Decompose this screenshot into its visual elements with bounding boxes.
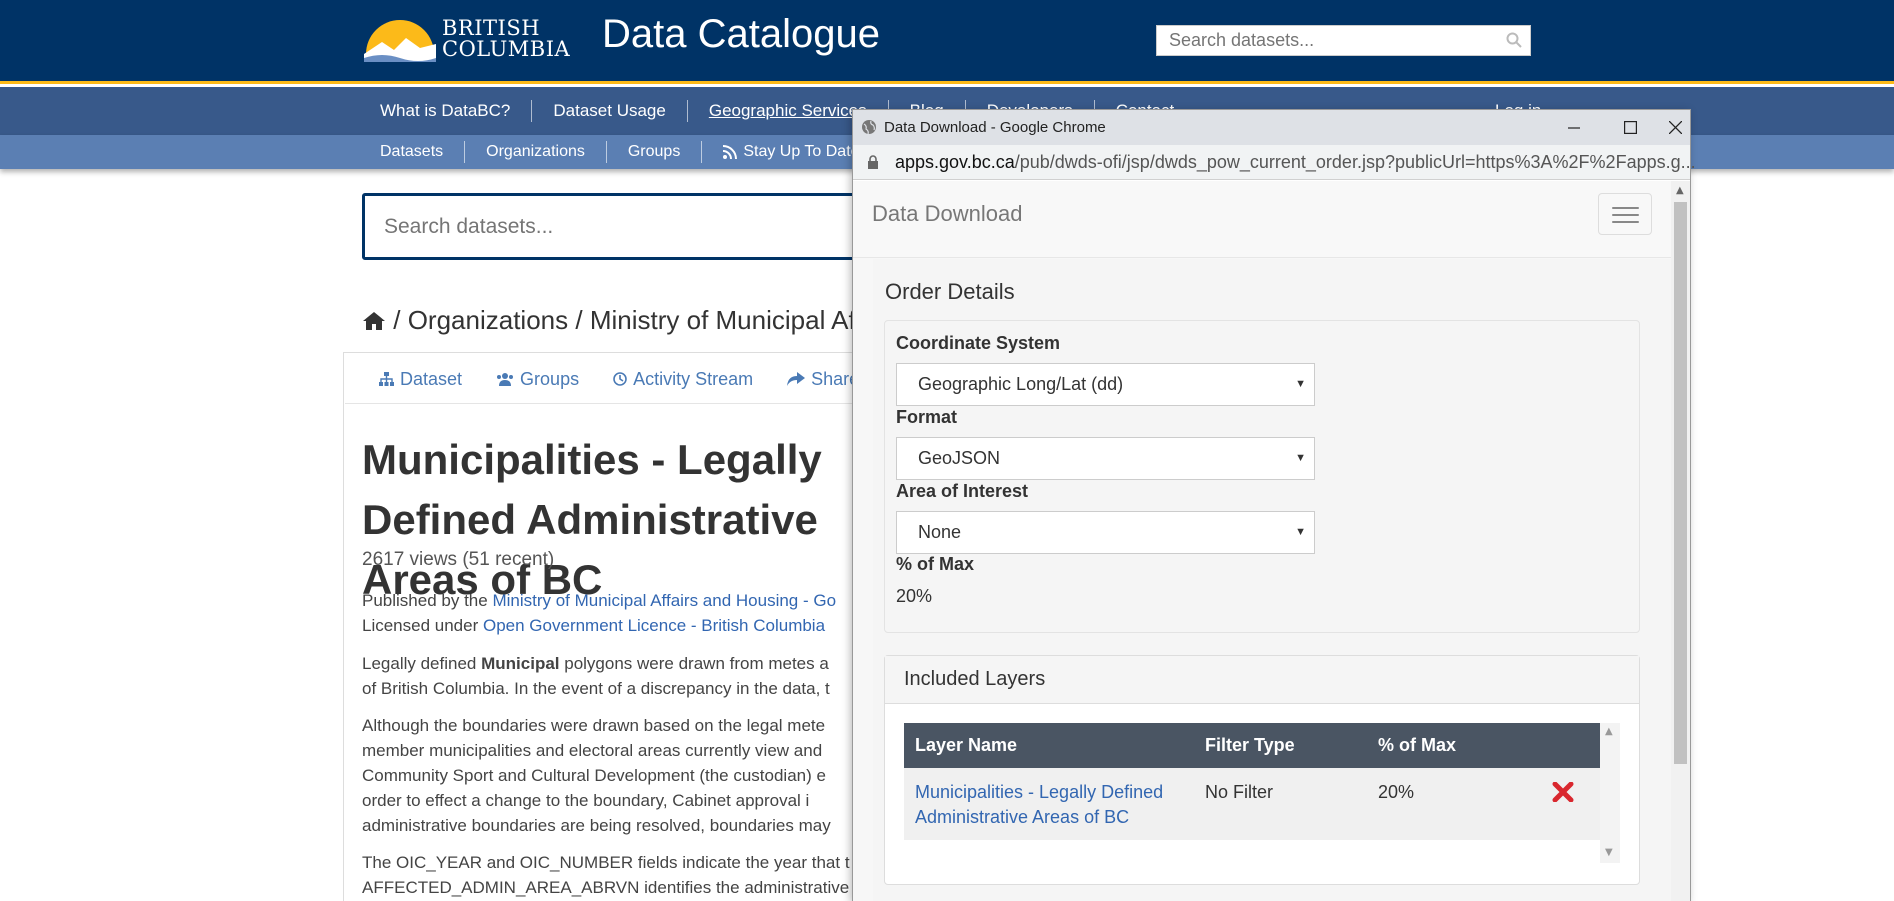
remove-layer-button[interactable]: [1552, 781, 1574, 809]
order-details-title: Order Details: [885, 279, 1015, 304]
publisher-link[interactable]: Ministry of Municipal Affairs and Housin…: [492, 591, 836, 610]
dropdown-arrow-icon: ▼: [1295, 452, 1306, 464]
tab-groups[interactable]: Groups: [496, 369, 579, 390]
popup-brand[interactable]: Data Download: [872, 201, 1022, 227]
included-layers-title: Included Layers: [904, 668, 1046, 690]
window-titlebar[interactable]: Data Download - Google Chrome: [853, 110, 1690, 145]
sun-logo-icon: [364, 20, 436, 62]
nav-groups[interactable]: Groups: [607, 141, 703, 163]
licence-link[interactable]: Open Government Licence - British Columb…: [483, 616, 825, 635]
site-title[interactable]: Data Catalogue: [602, 12, 880, 57]
col-filter-type: Filter Type: [1205, 735, 1295, 755]
percent-max-label: % of Max: [896, 554, 975, 574]
rss-icon: [723, 145, 738, 159]
maximize-button[interactable]: [1602, 110, 1658, 145]
format-label: Format: [896, 407, 958, 427]
menu-toggle-button[interactable]: [1598, 193, 1652, 235]
nav-organizations[interactable]: Organizations: [465, 141, 607, 163]
coordinate-system-label: Coordinate System: [896, 333, 1061, 353]
data-download-window: Data Download - Google Chrome apps.gov.b…: [852, 109, 1696, 901]
breadcrumb-organizations[interactable]: Organizations: [408, 305, 568, 335]
area-of-interest-select[interactable]: None ▼: [896, 511, 1315, 554]
description-para-3: The OIC_YEAR and OIC_NUMBER fields indic…: [362, 853, 864, 897]
area-of-interest-label: Area of Interest: [896, 481, 1029, 501]
window-title: Data Download - Google Chrome: [884, 119, 1106, 136]
maximize-icon: [1623, 121, 1637, 134]
view-count: 2617 views (51 recent): [362, 549, 555, 570]
nav-what-is-databc[interactable]: What is DataBC?: [359, 100, 533, 122]
popup-navbar: Data Download: [853, 181, 1671, 258]
tab-dataset[interactable]: Dataset: [379, 369, 462, 390]
share-icon: [787, 372, 806, 386]
address-bar[interactable]: apps.gov.bc.ca/pub/dwds-ofi/jsp/dwds_pow…: [853, 145, 1696, 180]
table-row: Municipalities - Legally Defined Adminis…: [904, 768, 1600, 840]
minimize-icon: [1568, 126, 1580, 129]
dataset-title: Municipalities - Legally Defined Adminis…: [362, 436, 822, 603]
search-icon[interactable]: [1506, 32, 1522, 48]
scroll-down-icon[interactable]: ▼: [1605, 847, 1613, 858]
header-search-input[interactable]: [1157, 26, 1487, 55]
tab-dataset-label: Dataset: [400, 368, 463, 389]
table-header: Layer Name Filter Type % of Max: [904, 723, 1600, 768]
popup-scrollbar[interactable]: ▲: [1671, 181, 1690, 901]
tab-share[interactable]: Share: [787, 369, 859, 390]
tab-groups-label: Groups: [520, 368, 580, 389]
filter-type-cell: No Filter: [1205, 782, 1274, 802]
home-icon[interactable]: [362, 311, 386, 331]
site-header: BRITISH COLUMBIA Data Catalogue: [0, 0, 1894, 84]
globe-icon: [862, 120, 876, 135]
description-para-1: Legally defined Municipal polygons were …: [362, 654, 830, 698]
tab-activity-stream[interactable]: Activity Stream: [613, 369, 753, 390]
scrollbar-thumb[interactable]: [1674, 202, 1687, 764]
included-layers-panel: Included Layers Layer Name Filter Type %…: [884, 655, 1640, 885]
hamburger-icon: [1612, 207, 1639, 209]
url-text: apps.gov.bc.ca/pub/dwds-ofi/jsp/dwds_pow…: [895, 152, 1696, 172]
licence-line: Licensed under Open Government Licence -…: [362, 616, 826, 635]
dropdown-arrow-icon: ▼: [1295, 378, 1306, 390]
clock-icon: [613, 372, 627, 386]
logo-line1: BRITISH: [442, 16, 541, 40]
logo-line2: COLUMBIA: [442, 37, 571, 61]
included-layers-header: Included Layers: [885, 656, 1639, 704]
stay-up-to-date-label: Stay Up To Date: [743, 143, 860, 160]
nav-datasets[interactable]: Datasets: [359, 141, 466, 163]
col-layer-name: Layer Name: [915, 735, 1018, 755]
scroll-up-icon[interactable]: ▲: [1676, 185, 1684, 196]
popup-content: Data Download Order Details Coordinate S…: [853, 181, 1671, 901]
order-settings-well: Coordinate System Geographic Long/Lat (d…: [884, 320, 1640, 633]
table-scrollbar[interactable]: ▲ ▼: [1600, 723, 1620, 863]
nav-dataset-usage[interactable]: Dataset Usage: [532, 100, 688, 122]
format-select[interactable]: GeoJSON ▼: [896, 437, 1315, 480]
percent-max-cell: 20%: [1378, 782, 1415, 802]
publisher-line: Published by the Ministry of Municipal A…: [362, 591, 837, 610]
description-para-2: Although the boundaries were drawn based…: [362, 716, 831, 835]
tab-activity-label: Activity Stream: [633, 368, 754, 389]
dataset-tabs: Dataset Groups Activity Stream Share: [345, 355, 905, 404]
close-button[interactable]: [1658, 110, 1692, 145]
sitemap-icon: [379, 372, 394, 386]
dropdown-arrow-icon: ▼: [1295, 526, 1306, 538]
header-search: [1156, 25, 1531, 56]
minimize-button[interactable]: [1546, 110, 1602, 145]
close-icon: [1668, 121, 1682, 134]
breadcrumb-sep: /: [575, 305, 583, 335]
users-icon: [497, 373, 514, 386]
breadcrumb-sep: /: [393, 305, 401, 335]
percent-max-value: 20%: [896, 586, 933, 606]
col-percent-max: % of Max: [1378, 735, 1457, 755]
lock-icon: [868, 155, 878, 169]
bc-logo[interactable]: BRITISH COLUMBIA: [362, 12, 570, 64]
layer-name-link[interactable]: Municipalities - Legally Defined Adminis…: [915, 780, 1163, 830]
coordinate-system-select[interactable]: Geographic Long/Lat (dd) ▼: [896, 363, 1315, 406]
remove-x-icon: [1552, 781, 1574, 803]
order-details-section: Order Details Coordinate System Geograph…: [873, 259, 1671, 901]
scroll-up-icon[interactable]: ▲: [1605, 726, 1613, 737]
